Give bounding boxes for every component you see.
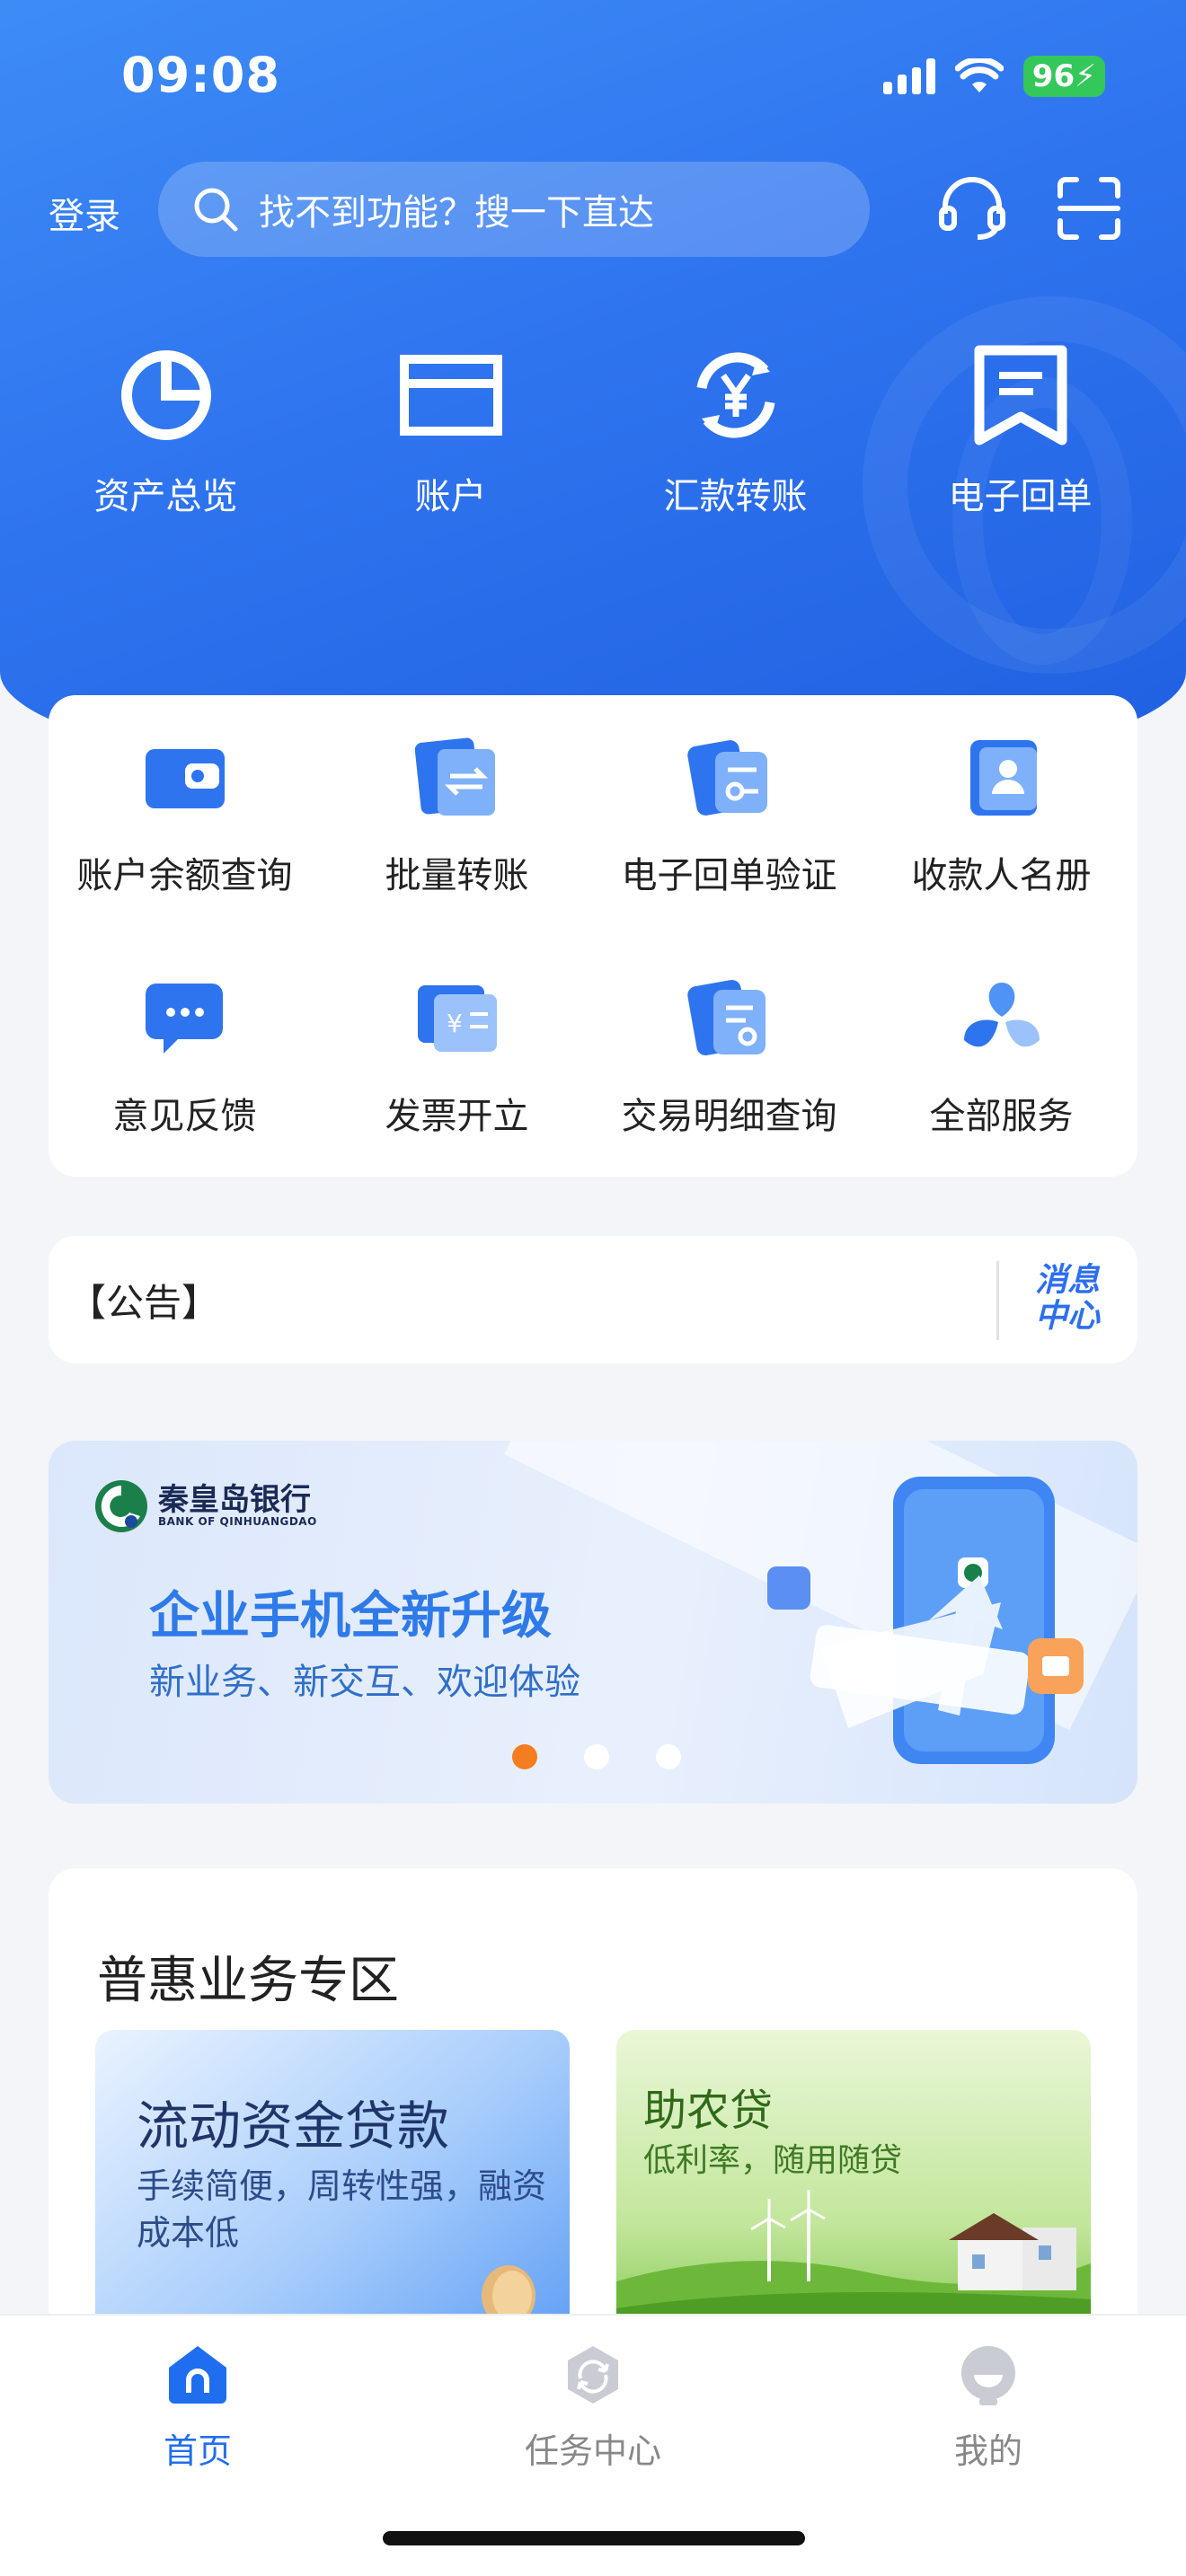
carousel-dots[interactable] [512,1744,681,1769]
search-icon [194,188,238,232]
charging-bolt-icon: ⚡ [1075,58,1096,94]
shortcut-label: 汇款转账 [663,476,808,517]
banner-subtitle: 新业务、新交互、欢迎体验 [149,1662,580,1703]
loan-card-title: 助农贷 [643,2086,774,2136]
shortcut-transfer[interactable]: 汇款转账 [593,341,878,519]
loan-card-title: 流动资金贷款 [137,2095,450,2157]
status-icons: 96⚡ [882,56,1105,97]
service-label: 意见反馈 [112,1096,257,1137]
home-indicator[interactable] [383,2531,805,2545]
loan-card-subtitle: 手续简便，周转性强，融资成本低 [137,2166,547,2253]
shortcut-label: 电子回单 [948,476,1093,517]
service-feedback[interactable]: 意见反馈 [49,974,321,1139]
service-label: 账户余额查询 [76,855,293,896]
tab-home[interactable]: 首页 [108,2342,288,2473]
pie-chart-icon [112,341,220,449]
all-services-icon [952,974,1051,1063]
working-capital-loan-card[interactable]: 流动资金贷款 手续简便，周转性强，融资成本低 [95,2030,570,2353]
service-label: 交易明细查询 [621,1096,837,1137]
payee-book-icon [952,733,1051,823]
wifi-icon [954,58,1004,93]
service-payee-book[interactable]: 收款人名册 [865,733,1137,898]
tab-label: 首页 [163,2431,232,2471]
search-placeholder: 找不到功能？搜一下直达 [259,192,654,234]
profile-icon [961,2346,1015,2405]
yuan-refresh-icon [682,341,790,449]
bank-logo-icon [95,1480,147,1532]
service-batch-transfer[interactable]: 批量转账 [321,733,593,898]
service-balance-inquiry[interactable]: 账户余额查询 [49,733,321,898]
shortcut-label: 资产总览 [93,476,238,517]
banner-title: 企业手机全新升级 [149,1587,552,1645]
agri-loan-card[interactable]: 助农贷 低利率，随用随贷 [616,2030,1091,2353]
promo-banner[interactable]: 秦皇岛银行 BANK OF QINHUANGDAO 企业手机全新升级 新业务、新… [49,1441,1137,1804]
transaction-search-icon [680,974,779,1063]
shortcut-account[interactable]: 账户 [308,341,593,519]
service-receipt-verify[interactable]: 电子回单验证 [593,733,865,898]
home-icon [169,2346,226,2404]
service-label: 批量转账 [385,855,529,896]
tab-task-center[interactable]: 任务中心 [503,2342,683,2473]
shortcut-e-receipt[interactable]: 电子回单 [878,341,1163,519]
bank-logo: 秦皇岛银行 BANK OF QINHUANGDAO [93,1478,317,1534]
tab-label: 我的 [953,2431,1022,2471]
carousel-dot[interactable] [584,1744,609,1769]
phone-illustration [767,1477,1084,1764]
service-label: 电子回单验证 [621,855,837,896]
card-icon [397,341,505,449]
cellular-signal-icon [882,58,935,94]
status-time: 09:08 [121,47,280,103]
search-bar[interactable]: 找不到功能？搜一下直达 [158,162,870,257]
service-all-services[interactable]: 全部服务 [865,974,1137,1139]
battery-level: 96 [1031,58,1075,94]
batch-transfer-icon [408,733,507,823]
service-invoice[interactable]: ¥ 发票开立 [321,974,593,1139]
inclusive-finance-section: 普惠业务专区 流动资金贷款 手续简便，周转性强，融资成本低 助农贷 低利率，随用… [49,1868,1137,2353]
top-shortcuts: 资产总览 账户 汇款转账 电子回单 [0,341,1186,519]
carousel-dot[interactable] [656,1744,681,1769]
scan-icon[interactable] [1053,172,1125,244]
task-center-icon [568,2346,618,2404]
service-label: 全部服务 [929,1096,1074,1137]
message-center-button[interactable]: 消息中心 [1022,1263,1112,1335]
wallet-icon [136,733,235,823]
receipt-icon [967,341,1075,449]
notice-divider [996,1261,999,1340]
bank-name: 秦皇岛银行 [158,1482,311,1518]
tab-profile[interactable]: 我的 [898,2342,1078,2473]
svg-text:¥: ¥ [447,1009,463,1038]
headset-icon[interactable] [936,172,1008,244]
notice-label: 【公告】 [68,1280,220,1325]
login-link[interactable]: 登录 [49,187,120,239]
carousel-dot-active[interactable] [512,1744,537,1769]
service-label: 发票开立 [385,1096,529,1137]
battery-indicator: 96⚡ [1022,56,1105,97]
bank-name-en: BANK OF QINHUANGDAO [158,1515,317,1528]
services-grid: 账户余额查询 批量转账 电子回单验证 收款人名册 意见反馈 ¥ 发票开立 交易明… [49,695,1137,1177]
service-label: 收款人名册 [911,855,1092,896]
receipt-verify-icon [680,733,779,823]
service-transaction-inquiry[interactable]: 交易明细查询 [593,974,865,1139]
tab-label: 任务中心 [524,2431,661,2471]
notice-bar[interactable]: 【公告】 消息中心 [49,1236,1137,1363]
shortcut-asset-overview[interactable]: 资产总览 [23,341,308,519]
feedback-icon [136,974,235,1063]
invoice-icon: ¥ [408,974,507,1063]
shortcut-label: 账户 [414,476,487,517]
section-title: 普惠业务专区 [97,1952,399,2010]
